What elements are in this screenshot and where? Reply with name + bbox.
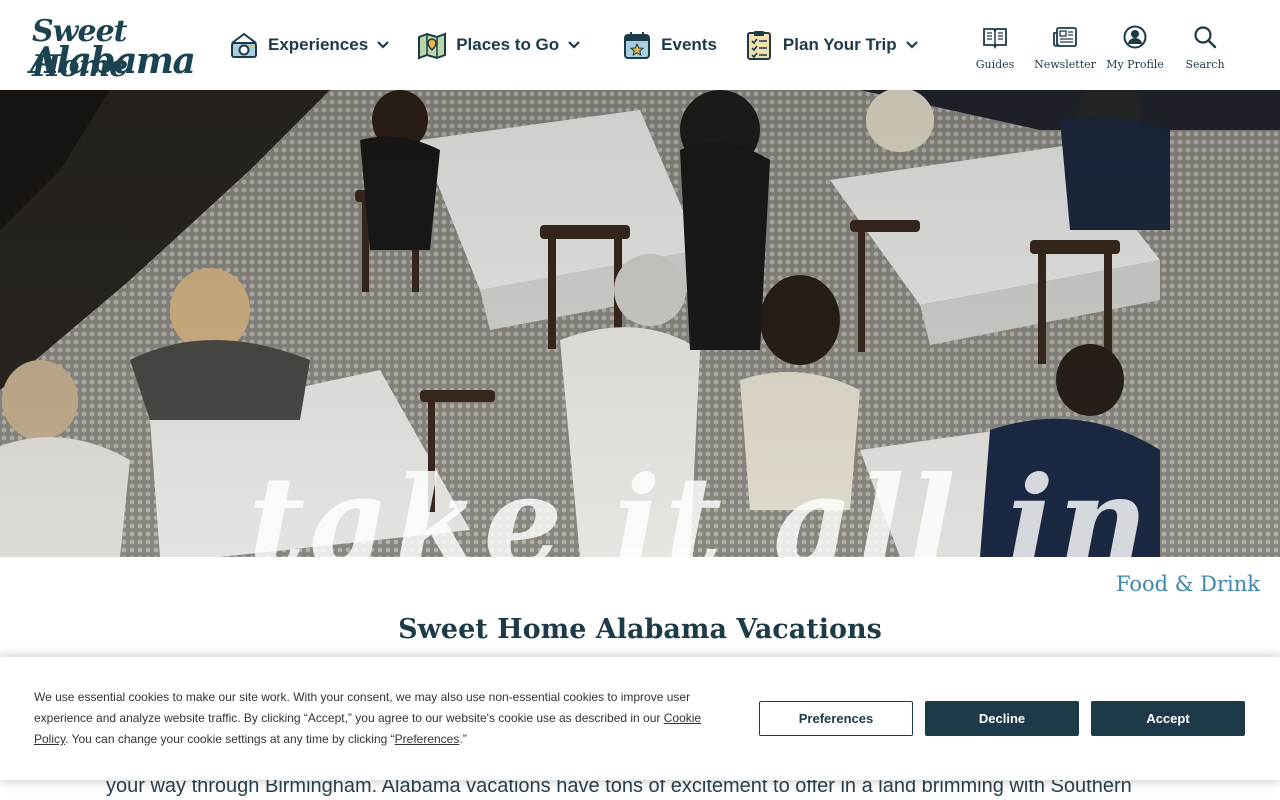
user-icon bbox=[1123, 25, 1147, 49]
cookie-text-a: We use essential cookies to make our sit… bbox=[34, 690, 691, 725]
search-link[interactable]: Search bbox=[1170, 24, 1240, 71]
my-profile-label: My Profile bbox=[1106, 58, 1164, 71]
nav-experiences-label: Experiences bbox=[268, 35, 369, 54]
accept-button[interactable]: Accept bbox=[1091, 701, 1245, 736]
cookie-text-c: .” bbox=[459, 732, 467, 746]
checklist-icon bbox=[746, 31, 771, 60]
guides-link[interactable]: Guides bbox=[960, 24, 1030, 71]
chevron-down-icon bbox=[568, 41, 580, 49]
cookie-preferences-link[interactable]: Preferences bbox=[395, 732, 460, 746]
guides-label: Guides bbox=[975, 58, 1015, 71]
newspaper-icon bbox=[1053, 27, 1077, 47]
logo-line-2: Alabama bbox=[30, 40, 196, 82]
hero-tagline: take it all in bbox=[248, 450, 1153, 557]
map-icon bbox=[418, 32, 447, 60]
cookie-text-b: . You can change your cookie settings at… bbox=[65, 732, 395, 746]
hero-banner: take it all in bbox=[0, 90, 1280, 557]
search-label: Search bbox=[1185, 58, 1225, 71]
nav-events[interactable]: Events bbox=[621, 26, 717, 64]
page-title: Sweet Home Alabama Vacations bbox=[398, 614, 882, 645]
utility-nav: Guides Newsletter My Profile Search bbox=[960, 24, 1240, 71]
cookie-banner: We use essential cookies to make our sit… bbox=[0, 657, 1280, 780]
category-link[interactable]: Food & Drink bbox=[1116, 572, 1260, 596]
nav-places-to-go[interactable]: Places to Go bbox=[416, 26, 581, 64]
calendar-icon bbox=[624, 32, 651, 59]
decline-button[interactable]: Decline bbox=[925, 701, 1079, 736]
my-profile-link[interactable]: My Profile bbox=[1100, 24, 1170, 71]
site-logo[interactable]: Sweet Home Alabama bbox=[30, 14, 215, 84]
nav-plan-your-trip-label: Plan Your Trip bbox=[782, 35, 897, 54]
search-icon bbox=[1194, 26, 1217, 49]
camera-icon bbox=[231, 32, 257, 58]
nav-plan-your-trip[interactable]: Plan Your Trip bbox=[743, 26, 919, 64]
nav-places-to-go-label: Places to Go bbox=[456, 35, 560, 54]
main-nav: Experiences Places to Go Events Plan You… bbox=[228, 26, 945, 64]
newsletter-label: Newsletter bbox=[1034, 58, 1096, 71]
preferences-button[interactable]: Preferences bbox=[759, 701, 913, 736]
newsletter-link[interactable]: Newsletter bbox=[1030, 24, 1100, 71]
nav-events-label: Events bbox=[661, 35, 717, 54]
cookie-text: We use essential cookies to make our sit… bbox=[34, 687, 714, 750]
book-icon bbox=[983, 28, 1007, 50]
site-header: Sweet Home Alabama Experiences Places to… bbox=[0, 0, 1280, 90]
chevron-down-icon bbox=[377, 41, 389, 49]
chevron-down-icon bbox=[905, 41, 918, 49]
nav-experiences[interactable]: Experiences bbox=[228, 26, 390, 64]
